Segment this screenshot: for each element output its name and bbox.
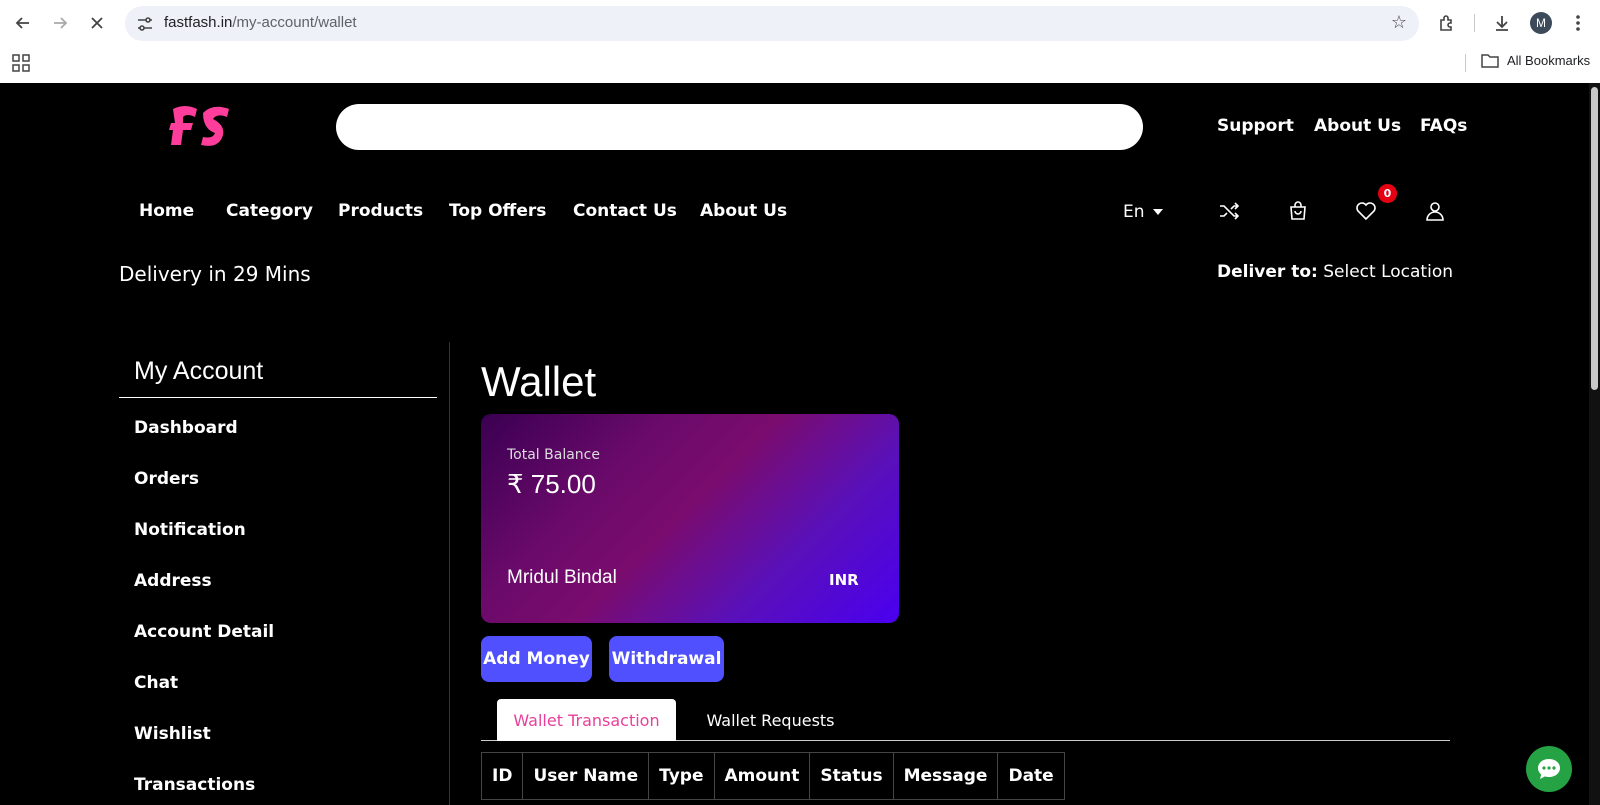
url-host: fastfash.in — [164, 14, 233, 31]
sidebar-item-dashboard[interactable]: Dashboard — [134, 418, 238, 438]
withdrawal-button[interactable]: Withdrawal — [609, 636, 724, 682]
sidebar-item-chat[interactable]: Chat — [134, 673, 178, 693]
tab-wallet-requests[interactable]: Wallet Requests — [693, 699, 848, 741]
profile-avatar[interactable]: M — [1530, 12, 1552, 34]
sidebar-divider — [449, 342, 450, 805]
nav-category[interactable]: Category — [226, 201, 313, 221]
sidebar-item-orders[interactable]: Orders — [134, 469, 199, 489]
stop-loading-icon[interactable] — [83, 9, 111, 37]
extensions-icon[interactable] — [1434, 10, 1460, 36]
balance-label: Total Balance — [507, 447, 600, 463]
deliver-to-value: Select Location — [1323, 262, 1453, 282]
user-account-icon[interactable] — [1423, 199, 1447, 223]
card-holder-name: Mridul Bindal — [507, 567, 617, 588]
support-link[interactable]: Support — [1217, 116, 1294, 136]
wishlist-heart-icon[interactable] — [1354, 199, 1378, 223]
address-bar[interactable]: fastfash.in/my-account/wallet ☆ — [125, 6, 1419, 41]
nav-top-offers[interactable]: Top Offers — [449, 201, 546, 221]
add-money-button[interactable]: Add Money — [481, 636, 592, 682]
deliver-to-label: Deliver to: — [1217, 262, 1318, 282]
shuffle-compare-icon[interactable] — [1217, 199, 1241, 223]
page-scrollbar[interactable] — [1589, 83, 1600, 805]
downloads-icon[interactable] — [1489, 10, 1515, 36]
nav-contact-us[interactable]: Contact Us — [573, 201, 677, 221]
site-settings-icon[interactable] — [135, 14, 155, 34]
chat-fab-button[interactable] — [1526, 746, 1572, 792]
deliver-to-selector[interactable]: Deliver to: Select Location — [1217, 262, 1453, 282]
delivery-eta: Delivery in 29 Mins — [119, 262, 311, 286]
col-user-name[interactable]: User Name — [522, 752, 650, 800]
site-page: Support About Us FAQs Home Category Prod… — [0, 83, 1600, 805]
nav-products[interactable]: Products — [338, 201, 423, 221]
shopping-bag-icon[interactable] — [1286, 199, 1310, 223]
apps-grid-icon[interactable] — [12, 54, 30, 72]
sidebar-item-notification[interactable]: Notification — [134, 520, 246, 540]
back-icon[interactable] — [9, 9, 37, 37]
sidebar-item-account-detail[interactable]: Account Detail — [134, 622, 274, 642]
all-bookmarks-label: All Bookmarks — [1507, 53, 1591, 68]
fastfash-logo[interactable] — [169, 103, 233, 149]
col-message[interactable]: Message — [892, 752, 999, 800]
tab-wallet-transaction[interactable]: Wallet Transaction — [497, 699, 676, 741]
transactions-table: ID User Name Type Amount Status Message … — [480, 752, 1065, 800]
about-us-top-link[interactable]: About Us — [1314, 116, 1401, 136]
faqs-link[interactable]: FAQs — [1420, 116, 1467, 136]
address-row: fastfash.in/my-account/wallet ☆ M — [0, 0, 1600, 46]
sidebar-title-rule — [119, 397, 437, 398]
chat-bubble-icon — [1538, 759, 1560, 779]
caret-down-icon — [1152, 209, 1163, 215]
page-title: Wallet — [481, 358, 597, 405]
wishlist-count-badge: 0 — [1378, 184, 1397, 203]
col-date[interactable]: Date — [997, 752, 1065, 800]
browser-menu-icon[interactable] — [1565, 10, 1591, 36]
col-id[interactable]: ID — [480, 752, 524, 800]
wallet-balance-card: Total Balance ₹ 75.00 Mridul Bindal INR — [481, 414, 899, 623]
nav-about-us[interactable]: About Us — [700, 201, 787, 221]
balance-amount: ₹ 75.00 — [507, 469, 596, 499]
forward-icon[interactable] — [46, 9, 74, 37]
language-selector[interactable]: En — [1123, 202, 1163, 222]
sidebar-item-wishlist[interactable]: Wishlist — [134, 724, 211, 744]
bookmarks-divider — [1465, 54, 1466, 72]
search-input[interactable] — [336, 104, 1143, 150]
language-label: En — [1123, 202, 1145, 222]
all-bookmarks-button[interactable]: All Bookmarks — [1481, 53, 1590, 68]
url-text: fastfash.in/my-account/wallet — [164, 14, 357, 31]
toolbar-divider — [1474, 14, 1475, 32]
col-type[interactable]: Type — [648, 752, 715, 800]
bookmark-star-icon[interactable]: ☆ — [1391, 12, 1407, 33]
sidebar-item-address[interactable]: Address — [134, 571, 212, 591]
col-status[interactable]: Status — [809, 752, 894, 800]
scrollbar-thumb[interactable] — [1591, 87, 1598, 390]
my-account-title: My Account — [134, 357, 264, 385]
currency-code: INR — [829, 571, 859, 589]
table-header-row: ID User Name Type Amount Status Message … — [480, 752, 1065, 800]
bookmarks-bar: All Bookmarks — [0, 46, 1600, 83]
col-amount[interactable]: Amount — [713, 752, 811, 800]
browser-chrome: fastfash.in/my-account/wallet ☆ M All Bo… — [0, 0, 1600, 83]
nav-home[interactable]: Home — [139, 201, 194, 221]
sidebar-item-transactions[interactable]: Transactions — [134, 775, 255, 795]
folder-icon — [1481, 54, 1499, 68]
url-path: /my-account/wallet — [232, 14, 357, 31]
